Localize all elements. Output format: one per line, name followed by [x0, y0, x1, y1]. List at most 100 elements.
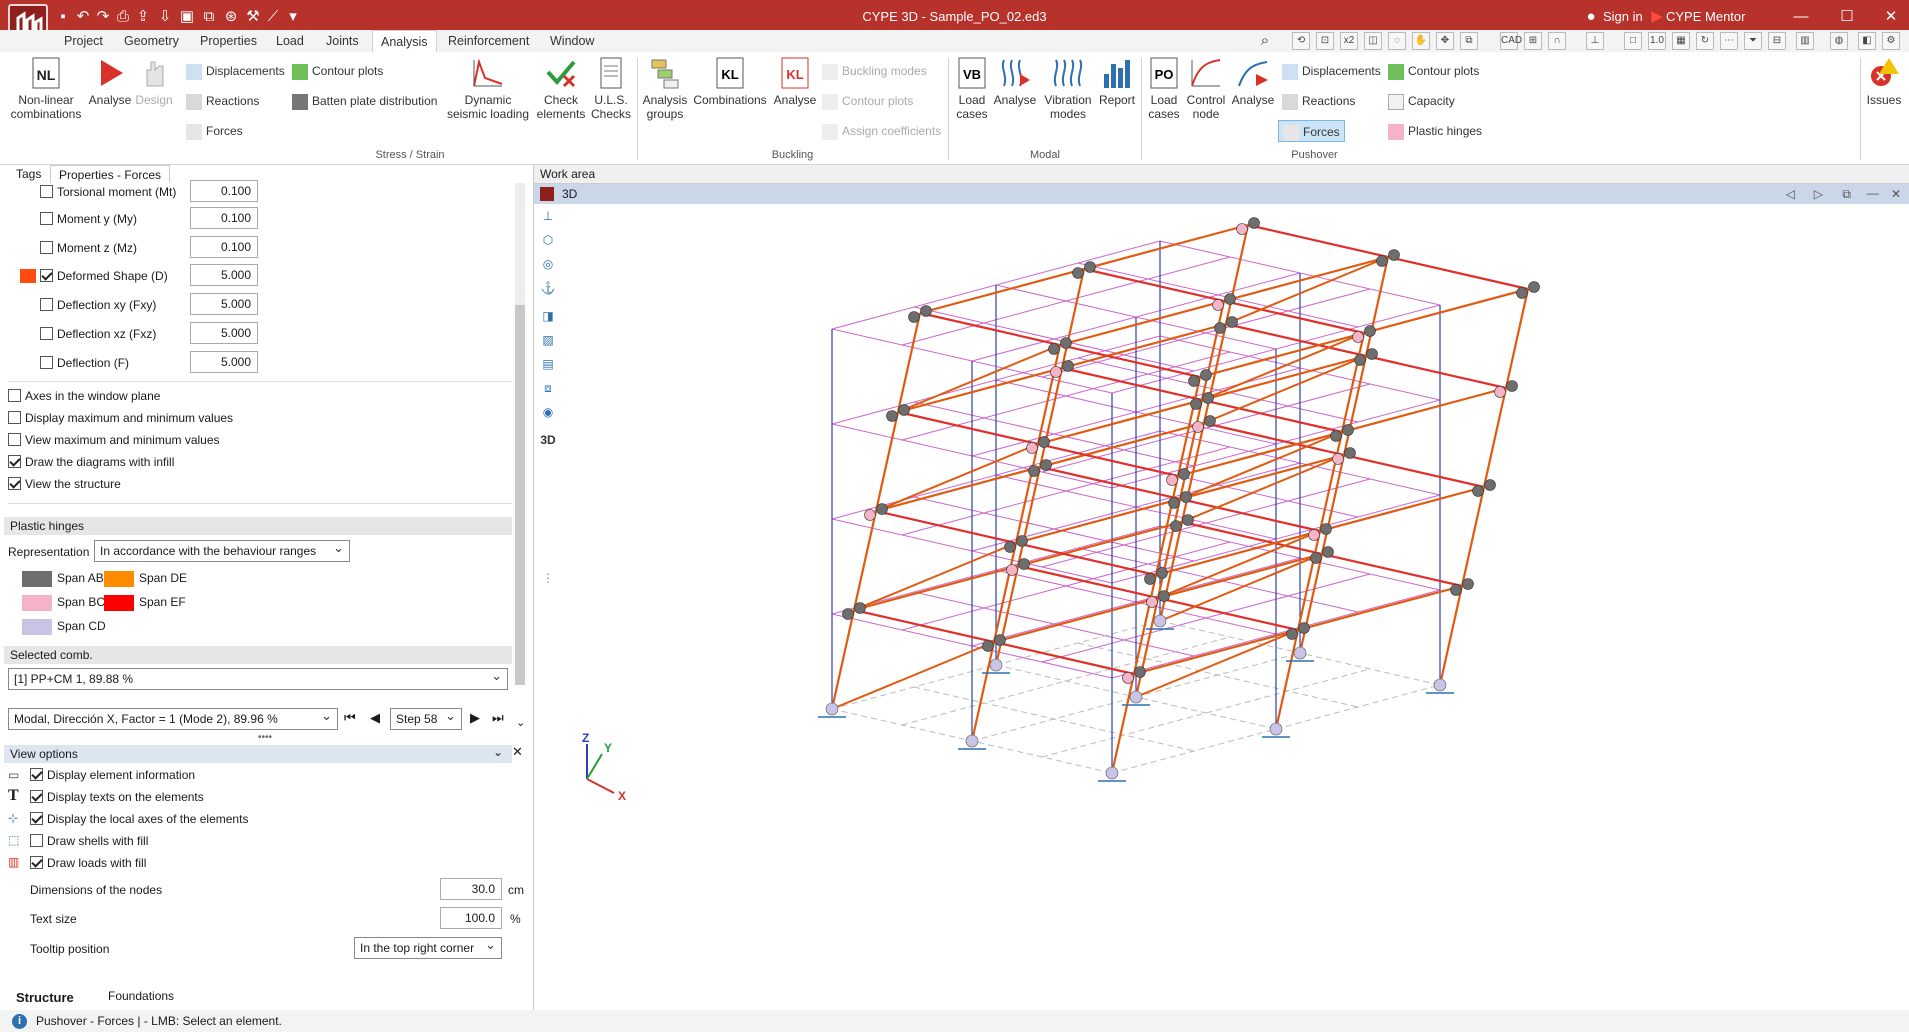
mz-value[interactable]: 0.100 — [190, 236, 258, 258]
structure-tab[interactable]: Structure — [16, 989, 74, 1007]
foundations-tab[interactable]: Foundations — [108, 987, 174, 1005]
split-icon[interactable]: ◧ — [1858, 32, 1876, 50]
contour-plots-po-button[interactable]: Contour plots — [1388, 62, 1479, 80]
ruler-icon[interactable]: 1.0 — [1648, 32, 1666, 50]
local-axes-checkbox[interactable] — [30, 812, 43, 826]
view-window-icon[interactable]: ⊡ — [1316, 32, 1334, 50]
left-scrollbar-thumb[interactable] — [515, 305, 525, 685]
element-info-checkbox[interactable] — [30, 768, 43, 782]
option-view-max-min[interactable]: View maximum and minimum values — [8, 431, 220, 449]
view-opt-texts[interactable]: Display texts on the elements — [30, 788, 204, 806]
sign-in-link[interactable]: Sign in — [1603, 9, 1643, 24]
fxy-value[interactable]: 5.000 — [190, 293, 258, 315]
dropdown-icon[interactable]: ▾ — [284, 8, 302, 26]
selected-comb-select[interactable]: [1] PP+CM 1, 89.88 % — [8, 666, 508, 690]
import-icon[interactable]: ⇩ — [156, 8, 174, 26]
collapse-icon[interactable]: ⌄ — [493, 745, 503, 759]
force-row-my[interactable]: Moment y (My) — [40, 210, 137, 228]
save-icon[interactable]: ▪ — [54, 8, 72, 26]
contour-plots-b-button[interactable]: Contour plots — [822, 92, 913, 110]
next-step-icon[interactable]: ▶ — [470, 710, 480, 726]
view-cube-icon[interactable]: ⧉ — [200, 8, 218, 26]
scroll-down-icon[interactable]: ⌄ — [516, 716, 525, 729]
load-cases-po-button[interactable]: PO Load cases — [1144, 56, 1184, 121]
tab-window[interactable]: Window — [542, 30, 602, 52]
text-size-input[interactable]: 100.0 — [440, 907, 502, 929]
mt-value[interactable]: 0.100 — [190, 180, 258, 202]
forces-po-button[interactable]: Forces — [1278, 120, 1345, 142]
capacity-button[interactable]: Capacity — [1388, 92, 1455, 110]
first-step-icon[interactable]: ⏮ — [344, 710, 356, 726]
tab-geometry[interactable]: Geometry — [116, 30, 187, 52]
analyse-button[interactable]: Analyse — [86, 56, 134, 107]
tooltip-select[interactable]: In the top right corner — [354, 935, 502, 959]
force-row-mz[interactable]: Moment z (Mz) — [40, 239, 137, 257]
option-display-max-min[interactable]: Display maximum and minimum values — [8, 409, 233, 427]
tab-properties[interactable]: Properties — [192, 30, 265, 52]
option-infill[interactable]: Draw the diagrams with infill — [8, 453, 174, 471]
anchor-view-icon[interactable]: ⚓ — [540, 280, 556, 296]
modal-select[interactable]: Modal, Dirección X, Factor = 1 (Mode 2),… — [8, 706, 338, 730]
view-zoom-icon[interactable]: ⟲ — [1292, 32, 1310, 50]
splitter-dots-icon[interactable]: ⋮ — [540, 570, 556, 586]
fxy-checkbox[interactable] — [40, 298, 53, 312]
tab-analysis[interactable]: Analysis — [372, 30, 437, 52]
buckling-modes-button[interactable]: Buckling modes — [822, 62, 927, 80]
move-icon[interactable]: ✥ — [1436, 32, 1454, 50]
report-button[interactable]: Report — [1096, 56, 1138, 107]
section-view-icon[interactable]: ◨ — [540, 308, 556, 324]
tab-reinforcement[interactable]: Reinforcement — [440, 30, 537, 52]
force-row-mt[interactable]: Torsional moment (Mt) — [40, 183, 176, 201]
grid-view-icon[interactable]: ▤ — [540, 356, 556, 372]
print-icon[interactable]: ⎙ — [114, 8, 132, 26]
plastic-hinges-button[interactable]: Plastic hinges — [1388, 122, 1482, 140]
issues-button[interactable]: Issues — [1862, 56, 1906, 107]
my-checkbox[interactable] — [40, 212, 53, 226]
f-value[interactable]: 5.000 — [190, 351, 258, 373]
select-icon[interactable]: □ — [1624, 32, 1642, 50]
measure-icon[interactable]: ⟋ — [264, 8, 282, 26]
grid-icon[interactable]: ▦ — [1672, 32, 1690, 50]
load-cases-button[interactable]: VB Load cases — [952, 56, 992, 121]
reactions-button[interactable]: Reactions — [186, 92, 259, 110]
option-view-structure[interactable]: View the structure — [8, 475, 121, 493]
nonlinear-combinations-button[interactable]: NL Non-linear combinations — [8, 56, 84, 121]
stack-view-icon[interactable]: ⧈ — [540, 380, 556, 396]
structure-model[interactable]: Z Y X — [562, 204, 1909, 1017]
contour-plots-button[interactable]: Contour plots — [292, 62, 383, 80]
uls-checks-button[interactable]: U.L.S. Checks — [588, 56, 634, 121]
3d-viewport[interactable]: Z Y X — [562, 204, 1909, 1017]
step-select[interactable]: Step 58 — [390, 706, 462, 730]
magnet-icon[interactable]: ∩ — [1548, 32, 1566, 50]
close-view-icon[interactable]: ✕ — [1891, 184, 1901, 204]
search-icon[interactable]: ⌕ — [1256, 32, 1274, 50]
prev-step-icon[interactable]: ◀ — [370, 710, 380, 726]
view-fit-icon[interactable]: ◫ — [1364, 32, 1382, 50]
deformed-value[interactable]: 5.000 — [190, 264, 258, 286]
force-row-fxy[interactable]: Deflection xy (Fxy) — [40, 296, 156, 314]
cad-icon[interactable]: CAD — [1500, 32, 1522, 50]
forces-button[interactable]: Forces — [186, 122, 243, 140]
splitter-grip[interactable]: •••• — [258, 732, 272, 743]
clip-icon[interactable]: ⊟ — [1768, 32, 1786, 50]
infill-checkbox[interactable] — [8, 455, 21, 469]
undo-icon[interactable]: ↶ — [74, 8, 92, 26]
pan-icon[interactable]: ✋ — [1412, 32, 1430, 50]
axes-icon[interactable]: ⊥ — [1586, 32, 1604, 50]
close-button[interactable]: ✕ — [1876, 7, 1906, 27]
model-icon[interactable]: ⊛ — [222, 8, 240, 26]
view-opt-local-axes[interactable]: Display the local axes of the elements — [30, 810, 248, 828]
mt-checkbox[interactable] — [40, 185, 53, 199]
batten-button[interactable]: Batten plate distribution — [292, 92, 437, 110]
analyse-buckling-button[interactable]: KL Analyse — [772, 56, 818, 107]
representation-select[interactable]: In accordance with the behaviour ranges — [94, 538, 350, 562]
tab-project[interactable]: Project — [56, 30, 111, 52]
maximize-button[interactable]: ☐ — [1832, 7, 1862, 27]
eye-view-icon[interactable]: ◉ — [540, 404, 556, 420]
view-opt-loads[interactable]: Draw loads with fill — [30, 854, 146, 872]
force-row-f[interactable]: Deflection (F) — [40, 354, 129, 372]
tab-joints[interactable]: Joints — [318, 30, 367, 52]
displacements-button[interactable]: Displacements — [186, 62, 285, 80]
analyse-modal-button[interactable]: Analyse — [992, 56, 1038, 107]
tab-tags[interactable]: Tags — [8, 165, 49, 183]
